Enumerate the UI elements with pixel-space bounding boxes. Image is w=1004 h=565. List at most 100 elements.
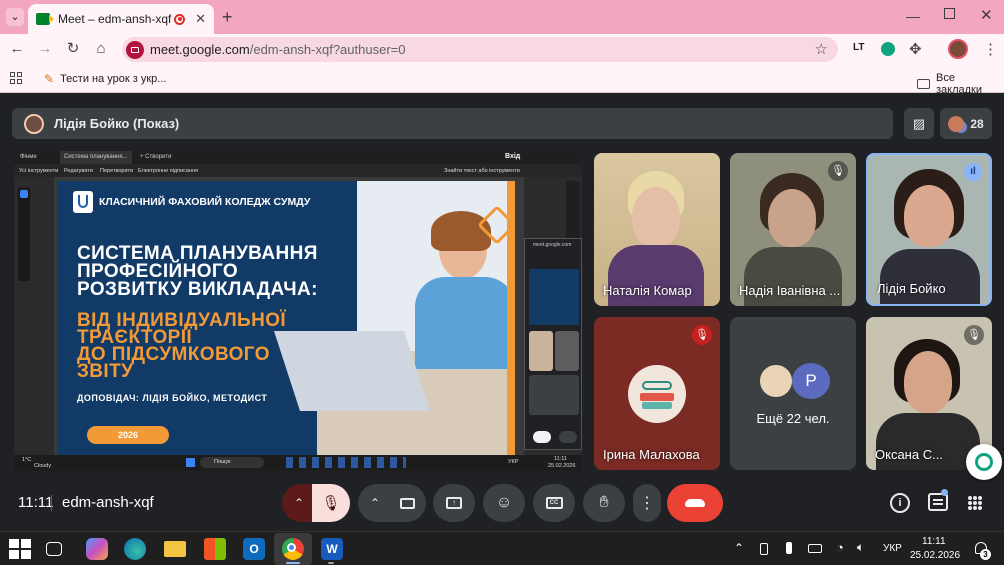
copilot-icon[interactable] <box>86 538 108 560</box>
all-bookmarks-button[interactable]: Все закладки <box>917 72 1004 96</box>
tab-title: Meet – edm-ansh-xqf <box>58 12 172 26</box>
chatgpt-knot-icon <box>975 453 993 471</box>
participant-face <box>632 187 680 247</box>
tab-meet[interactable]: Meet – edm-ansh-xqf ✕ <box>28 4 214 34</box>
shared-taskbar-apps <box>286 457 406 468</box>
tab-search-chevron-icon[interactable]: ⌄ <box>6 8 24 26</box>
tray-volume-icon[interactable]: 🔈︎ <box>857 540 864 555</box>
assistant-floating-button[interactable] <box>966 444 1002 480</box>
mini-tile-2 <box>555 331 579 371</box>
participant-tile[interactable]: 🎙︎ Надія Іванівна ... <box>730 153 856 306</box>
tray-time[interactable]: 11:11 <box>922 536 946 547</box>
participant-avatar <box>758 363 794 399</box>
slide-subtitle-line-4: ЗВІТУ <box>77 361 134 382</box>
apps-grid-icon[interactable] <box>10 72 22 84</box>
camera-toggle-button[interactable] <box>388 484 426 522</box>
tab-close-icon[interactable]: ✕ <box>195 11 206 27</box>
word-icon[interactable]: W <box>321 538 343 560</box>
microphone-toggle-button[interactable]: 🎙︎ <box>312 484 350 522</box>
audio-options-button[interactable]: ⌃ <box>282 484 316 522</box>
tray-language[interactable]: УКР <box>883 543 902 554</box>
windows-taskbar: O W ⌃ ◔ 🔈︎ УКР 11:11 25.02.2026 3 <box>0 531 1004 565</box>
chrome-icon[interactable] <box>282 538 304 560</box>
leave-call-button[interactable] <box>667 484 723 522</box>
forward-arrow-icon[interactable]: → <box>36 40 54 58</box>
tray-usb-icon[interactable] <box>786 542 792 554</box>
tray-date[interactable]: 25.02.2026 <box>910 550 960 561</box>
shared-weather-text: Cloudy <box>34 463 52 469</box>
mic-muted-icon: 🎙︎ <box>692 325 712 345</box>
raise-hand-button[interactable]: ✋︎ <box>583 484 625 522</box>
slide-title-line-3: РОЗВИТКУ ВИКЛАДАЧА: <box>77 279 318 300</box>
tray-phone-icon[interactable] <box>760 543 768 555</box>
chevron-up-icon: ⌃ <box>369 496 381 510</box>
video-options-button[interactable]: ⌃ <box>358 484 392 522</box>
minimize-icon[interactable]: — <box>906 8 920 24</box>
meeting-code: edm-ansh-xqf <box>62 494 154 511</box>
menu-convert: Перетворити <box>100 168 134 174</box>
outlook-icon[interactable]: O <box>243 538 265 560</box>
hide-presentation-button[interactable]: ▨ <box>904 108 934 139</box>
back-arrow-icon[interactable]: ← <box>8 40 26 58</box>
participant-tile[interactable]: ıl Лідія Бойко <box>866 153 992 306</box>
meeting-info-button[interactable]: i <box>890 493 910 513</box>
bookmark-item[interactable]: ✎ Тести на урок з укр... <box>44 72 166 86</box>
participant-tile[interactable]: 🎙︎ Ірина Малахова <box>594 317 720 470</box>
acrobat-signin: Вхід <box>505 153 521 160</box>
menu-edit: Редагувати <box>64 168 93 174</box>
restore-icon[interactable] <box>944 8 955 19</box>
tray-battery-icon[interactable] <box>808 544 822 553</box>
site-info-icon[interactable] <box>126 40 144 59</box>
chrome-menu-icon[interactable]: ⋮ <box>983 40 998 58</box>
bookmark-star-icon[interactable]: ☆ <box>815 40 828 58</box>
profile-avatar[interactable] <box>948 39 968 59</box>
people-button[interactable]: 28 <box>940 108 992 139</box>
emoji-icon: ☺ <box>495 494 513 511</box>
store-icon[interactable] <box>204 538 226 560</box>
student-shirt <box>415 277 515 369</box>
reload-icon[interactable]: ↻ <box>64 40 82 58</box>
participant-avatar <box>628 365 686 423</box>
mini-cam-button <box>559 431 577 443</box>
acrobat-tab-bar: Фінме Система планування... + Створити В… <box>14 151 582 164</box>
clock-divider <box>51 495 52 511</box>
meeting-clock: 11:11 <box>18 494 54 511</box>
new-tab-button[interactable]: + <box>222 7 233 28</box>
slide-speaker: ДОПОВІДАЧ: ЛІДІЯ БОЙКО, МЕТОДИСТ <box>77 393 268 403</box>
home-icon[interactable]: ⌂ <box>92 40 110 58</box>
pencil-icon: ✎ <box>44 72 55 86</box>
shared-search: Пошук <box>200 457 264 468</box>
participant-avatar-letter: P <box>792 363 830 399</box>
participant-name: Лідія Бойко <box>877 281 946 296</box>
windows-start-icon[interactable] <box>8 538 31 560</box>
extensions-puzzle-icon[interactable]: ✥ <box>909 40 922 58</box>
file-explorer-icon[interactable] <box>164 541 186 557</box>
mic-muted-icon: 🎙︎ <box>964 325 984 345</box>
books-icon <box>640 393 674 401</box>
task-view-icon[interactable] <box>46 542 62 556</box>
mini-url: meet.google.com <box>533 242 572 248</box>
url-host: meet.google.com <box>150 42 250 57</box>
all-bookmarks-label: Все закладки <box>936 72 983 96</box>
more-options-button[interactable]: ⋮ <box>633 484 661 522</box>
more-participants-tile[interactable]: P Ещё 22 чел. <box>730 317 856 470</box>
tray-wifi-icon[interactable]: ◔ <box>836 540 844 555</box>
extension-chatgpt-icon[interactable] <box>881 42 895 56</box>
close-window-icon[interactable]: ✕ <box>980 6 993 24</box>
activities-button[interactable] <box>968 496 982 510</box>
captions-button[interactable]: CC <box>533 484 575 522</box>
tray-chevron-icon[interactable]: ⌃ <box>734 541 744 555</box>
chrome-active-indicator <box>286 562 300 564</box>
mic-off-icon: 🎙︎ <box>321 495 341 512</box>
folder-icon <box>917 79 930 89</box>
menu-all-tools: Усі інструменти <box>19 168 59 174</box>
address-bar[interactable]: meet.google.com/edm-ansh-xqf?authuser=0 … <box>122 37 838 62</box>
reactions-button[interactable]: ☺ <box>483 484 525 522</box>
extension-translate-icon[interactable]: LT <box>853 42 864 53</box>
present-screen-button[interactable]: ↑ <box>433 484 475 522</box>
edge-icon[interactable] <box>124 538 146 560</box>
url-path: /edm-ansh-xqf?authuser=0 <box>249 42 406 57</box>
participant-tile[interactable]: Наталія Комар <box>594 153 720 306</box>
presentation-bar: Лідія Бойко (Показ) <box>12 108 893 139</box>
acrobat-tab-home: Фінме <box>20 154 37 160</box>
